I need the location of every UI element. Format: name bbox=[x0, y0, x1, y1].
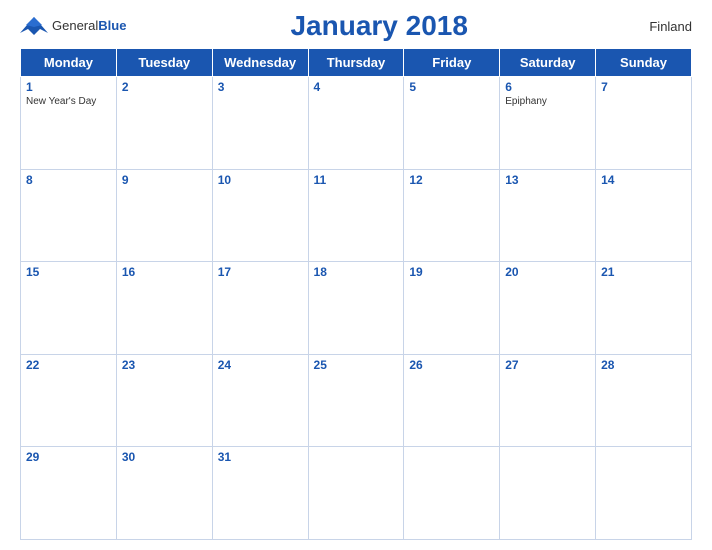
day-number: 13 bbox=[505, 173, 590, 187]
calendar-cell: 14 bbox=[596, 169, 692, 262]
calendar-cell: 8 bbox=[21, 169, 117, 262]
calendar-cell bbox=[308, 447, 404, 540]
calendar-header: GeneralBlue January 2018 Finland bbox=[20, 10, 692, 42]
calendar-header-row: MondayTuesdayWednesdayThursdayFridaySatu… bbox=[21, 49, 692, 77]
day-number: 4 bbox=[314, 80, 399, 94]
calendar-cell: 20 bbox=[500, 262, 596, 355]
day-number: 10 bbox=[218, 173, 303, 187]
day-number: 2 bbox=[122, 80, 207, 94]
calendar-cell bbox=[596, 447, 692, 540]
day-number: 9 bbox=[122, 173, 207, 187]
day-number: 23 bbox=[122, 358, 207, 372]
day-header-tuesday: Tuesday bbox=[116, 49, 212, 77]
day-header-wednesday: Wednesday bbox=[212, 49, 308, 77]
day-number: 12 bbox=[409, 173, 494, 187]
day-number: 26 bbox=[409, 358, 494, 372]
logo-blue: Blue bbox=[98, 18, 126, 33]
day-number: 15 bbox=[26, 265, 111, 279]
calendar-cell: 6 Epiphany bbox=[500, 77, 596, 170]
day-number: 27 bbox=[505, 358, 590, 372]
day-header-sunday: Sunday bbox=[596, 49, 692, 77]
calendar-cell: 3 bbox=[212, 77, 308, 170]
day-number: 20 bbox=[505, 265, 590, 279]
calendar-cell: 9 bbox=[116, 169, 212, 262]
calendar-cell: 15 bbox=[21, 262, 117, 355]
calendar-cell: 23 bbox=[116, 354, 212, 447]
calendar-cell bbox=[404, 447, 500, 540]
calendar-cell bbox=[500, 447, 596, 540]
day-header-friday: Friday bbox=[404, 49, 500, 77]
day-number: 31 bbox=[218, 450, 303, 464]
calendar-week-2: 89 10 11 12 13 14 bbox=[21, 169, 692, 262]
calendar-cell: 12 bbox=[404, 169, 500, 262]
calendar-title: January 2018 bbox=[126, 10, 632, 42]
calendar-cell: 4 bbox=[308, 77, 404, 170]
calendar-cell: 10 bbox=[212, 169, 308, 262]
day-number: 21 bbox=[601, 265, 686, 279]
day-number: 7 bbox=[601, 80, 686, 94]
day-number: 19 bbox=[409, 265, 494, 279]
day-number: 8 bbox=[26, 173, 111, 187]
holiday-label: Epiphany bbox=[505, 96, 590, 107]
day-number: 22 bbox=[26, 358, 111, 372]
day-number: 16 bbox=[122, 265, 207, 279]
calendar-cell: 11 bbox=[308, 169, 404, 262]
calendar-cell: 27 bbox=[500, 354, 596, 447]
calendar-cell: 1 New Year's Day bbox=[21, 77, 117, 170]
calendar-cell: 24 bbox=[212, 354, 308, 447]
calendar-cell: 19 bbox=[404, 262, 500, 355]
country-label: Finland bbox=[632, 19, 692, 34]
calendar-cell: 26 bbox=[404, 354, 500, 447]
calendar-cell: 17 bbox=[212, 262, 308, 355]
day-number: 18 bbox=[314, 265, 399, 279]
logo-general: General bbox=[52, 18, 98, 33]
calendar-cell: 25 bbox=[308, 354, 404, 447]
calendar-cell: 18 bbox=[308, 262, 404, 355]
day-number: 3 bbox=[218, 80, 303, 94]
day-number: 1 bbox=[26, 80, 111, 94]
calendar-week-4: 22 23 24 25 26 27 28 bbox=[21, 354, 692, 447]
calendar-cell: 22 bbox=[21, 354, 117, 447]
calendar-table: MondayTuesdayWednesdayThursdayFridaySatu… bbox=[20, 48, 692, 540]
day-number: 5 bbox=[409, 80, 494, 94]
calendar-cell: 2 bbox=[116, 77, 212, 170]
logo-bird-icon bbox=[20, 15, 48, 37]
calendar-week-5: 29 30 31 bbox=[21, 447, 692, 540]
calendar-cell: 13 bbox=[500, 169, 596, 262]
day-number: 25 bbox=[314, 358, 399, 372]
calendar-week-3: 15 16 17 18 19 20 21 bbox=[21, 262, 692, 355]
day-number: 28 bbox=[601, 358, 686, 372]
calendar-cell: 5 bbox=[404, 77, 500, 170]
day-header-monday: Monday bbox=[21, 49, 117, 77]
day-number: 14 bbox=[601, 173, 686, 187]
calendar-cell: 31 bbox=[212, 447, 308, 540]
logo: GeneralBlue bbox=[20, 15, 126, 37]
day-number: 6 bbox=[505, 80, 590, 94]
day-header-thursday: Thursday bbox=[308, 49, 404, 77]
day-number: 17 bbox=[218, 265, 303, 279]
day-header-saturday: Saturday bbox=[500, 49, 596, 77]
calendar-cell: 16 bbox=[116, 262, 212, 355]
calendar-cell: 30 bbox=[116, 447, 212, 540]
calendar-cell: 28 bbox=[596, 354, 692, 447]
calendar-week-1: 1 New Year's Day 23456 Epiphany 7 bbox=[21, 77, 692, 170]
day-number: 29 bbox=[26, 450, 111, 464]
day-number: 11 bbox=[314, 173, 399, 187]
calendar-cell: 7 bbox=[596, 77, 692, 170]
day-number: 24 bbox=[218, 358, 303, 372]
calendar-cell: 21 bbox=[596, 262, 692, 355]
calendar-cell: 29 bbox=[21, 447, 117, 540]
day-number: 30 bbox=[122, 450, 207, 464]
holiday-label: New Year's Day bbox=[26, 96, 111, 107]
logo-text: GeneralBlue bbox=[52, 17, 126, 35]
